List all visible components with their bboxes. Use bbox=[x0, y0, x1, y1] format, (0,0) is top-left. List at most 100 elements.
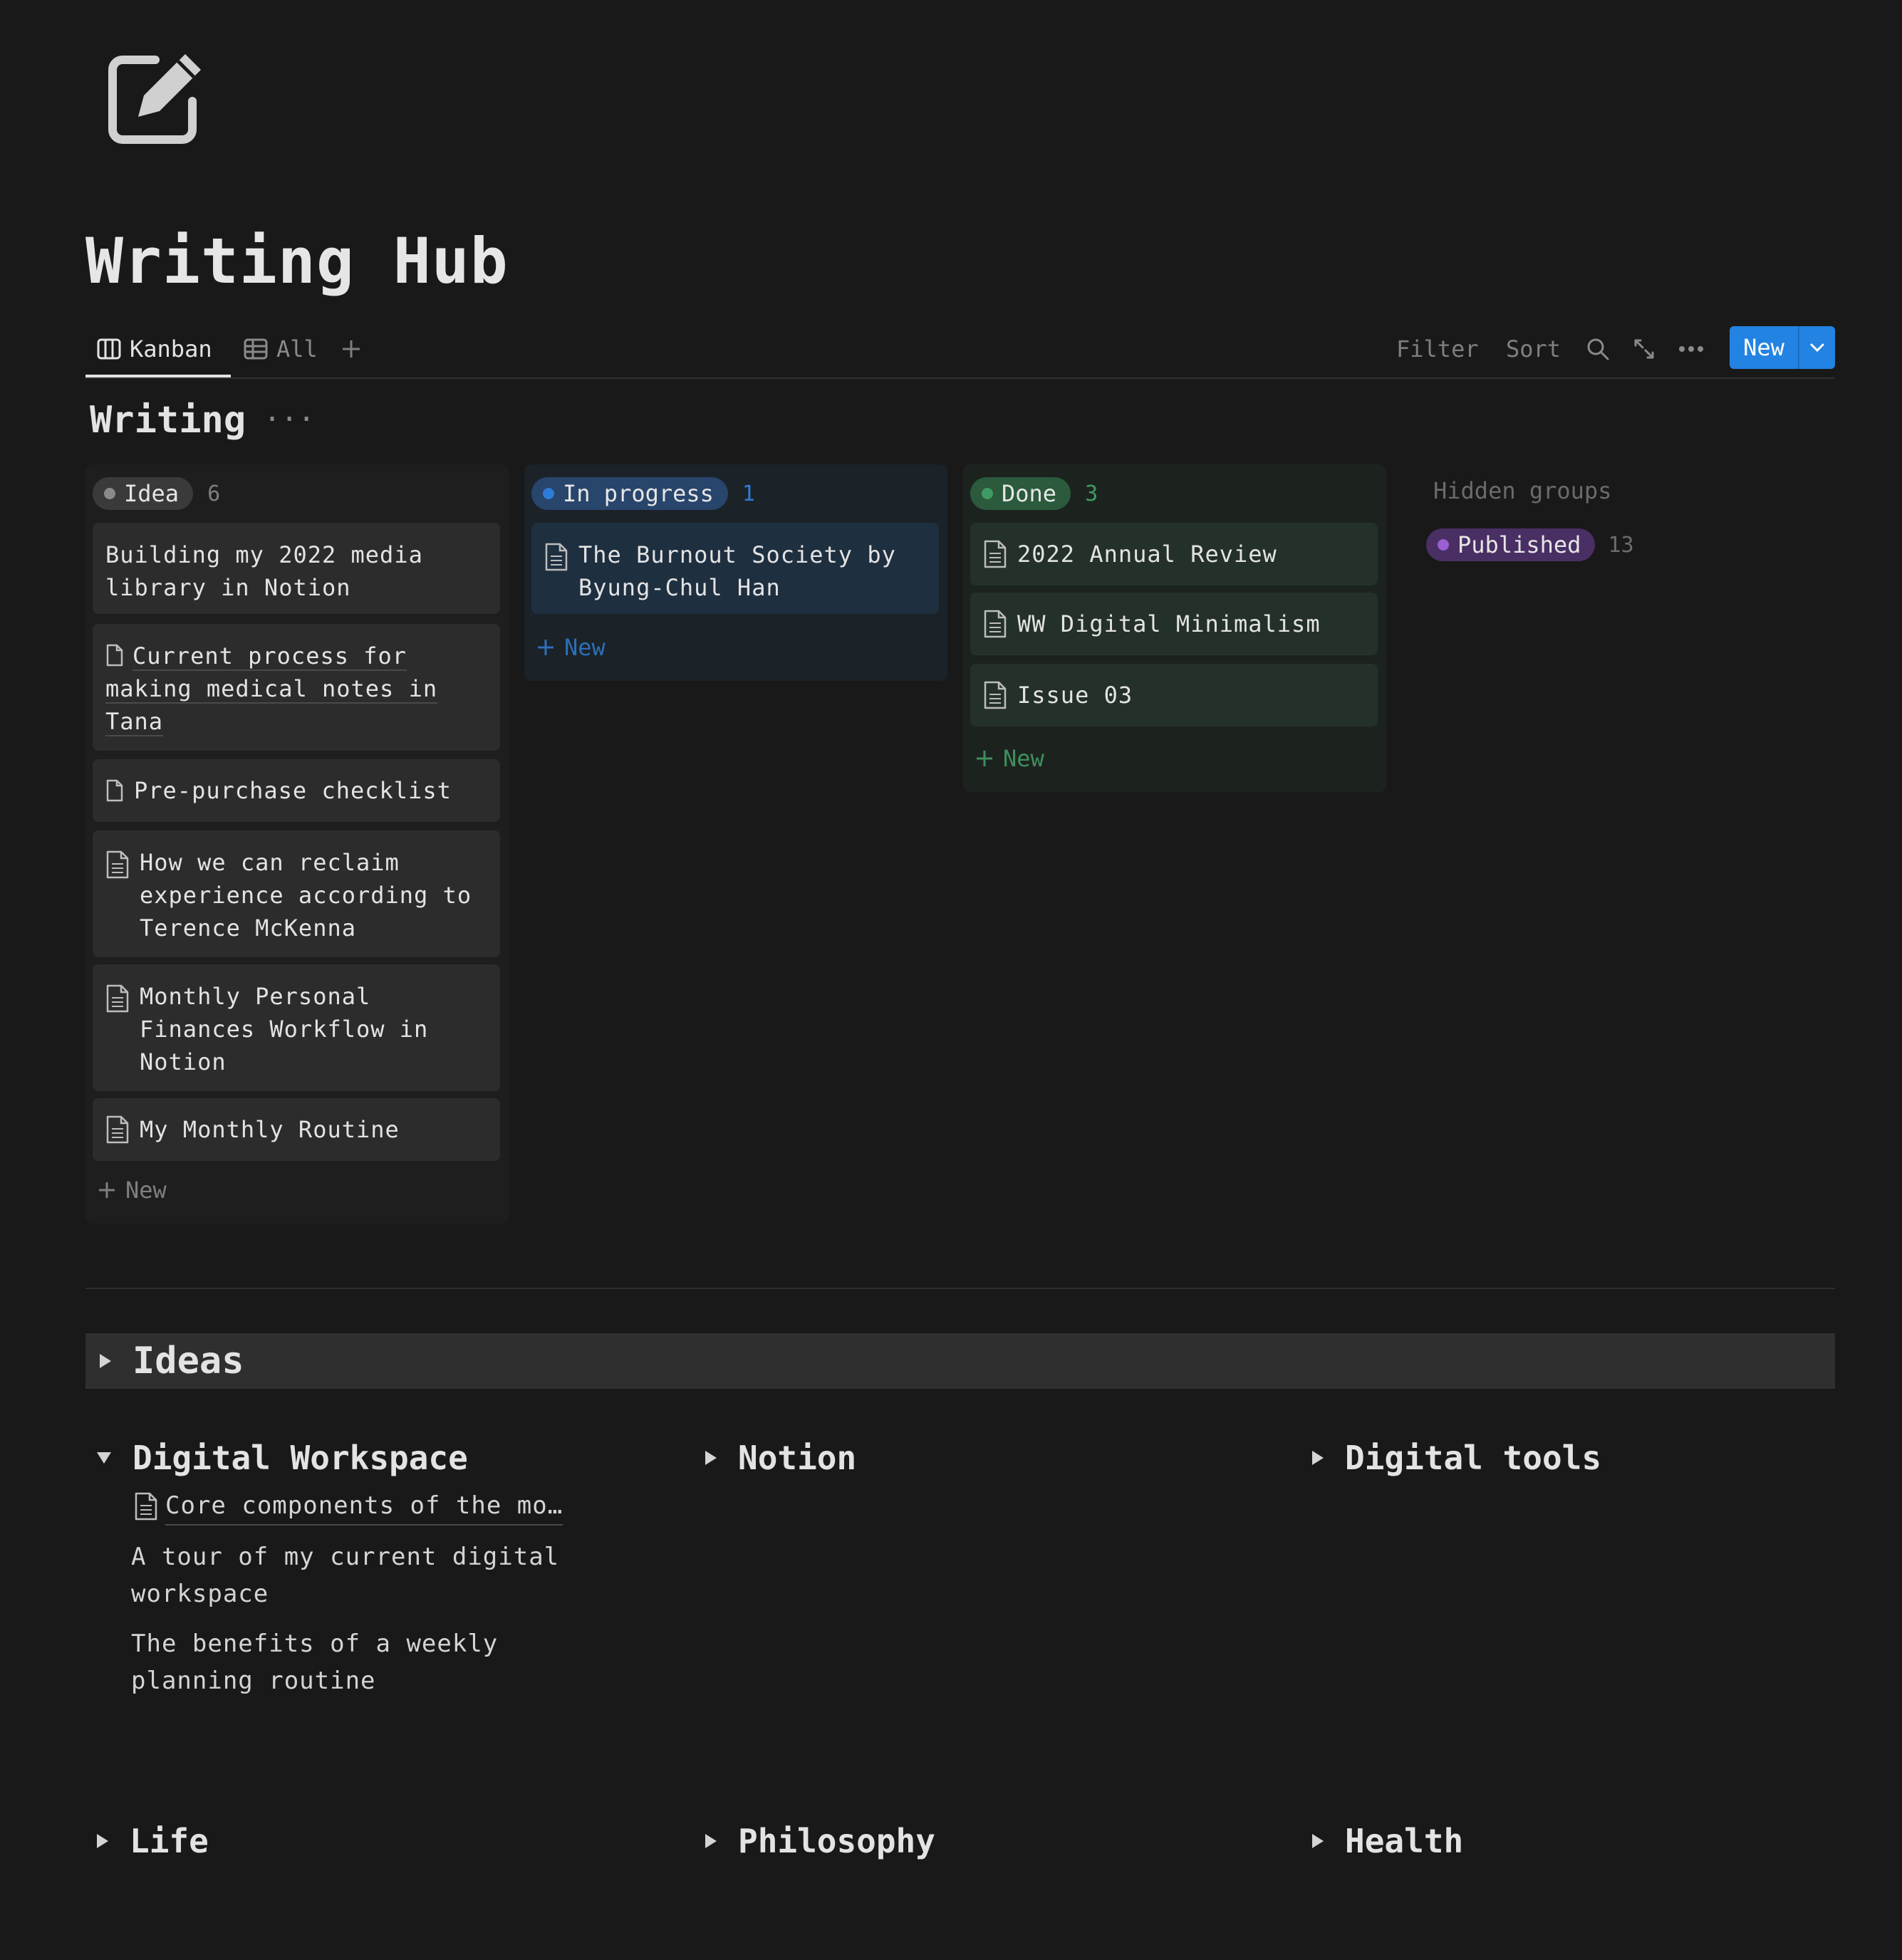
more-icon bbox=[1679, 346, 1703, 352]
new-button-group: New bbox=[1730, 326, 1835, 369]
card-title: How we can reclaim experience according … bbox=[140, 849, 472, 942]
more-options-button[interactable] bbox=[1678, 328, 1704, 370]
page-icon-edit-square[interactable] bbox=[105, 50, 205, 150]
plus-icon bbox=[977, 751, 992, 766]
status-tag-published: Published bbox=[1426, 528, 1596, 561]
document-icon bbox=[135, 1492, 157, 1521]
document-icon bbox=[984, 540, 1007, 568]
expand-icon bbox=[1634, 339, 1654, 359]
add-card-label: New bbox=[564, 634, 606, 661]
column-header[interactable]: Done 3 bbox=[970, 477, 1098, 510]
card-title: Issue 03 bbox=[1017, 682, 1133, 709]
linked-page-title: Core components of the mo… bbox=[165, 1487, 563, 1526]
toggle-triangle-icon bbox=[100, 1354, 111, 1368]
board-icon bbox=[97, 338, 121, 360]
tab-all[interactable]: All bbox=[244, 328, 318, 370]
card-title: Monthly Personal Finances Workflow in No… bbox=[140, 983, 429, 1075]
views-divider bbox=[85, 377, 1835, 379]
status-label: In progress bbox=[563, 480, 714, 507]
idea-text: A tour of my current digital workspace bbox=[131, 1543, 560, 1608]
card-title: WW Digital Minimalism bbox=[1017, 610, 1321, 637]
card-title: 2022 Annual Review bbox=[1017, 541, 1277, 568]
new-button[interactable]: New bbox=[1730, 334, 1798, 361]
group-count: 13 bbox=[1608, 532, 1634, 558]
ideas-toggle-heading[interactable]: Ideas bbox=[85, 1333, 1835, 1389]
toggle-triangle-down-icon bbox=[97, 1452, 111, 1464]
document-icon bbox=[106, 850, 129, 879]
toggle-digital-tools[interactable]: Digital tools bbox=[1312, 1439, 1601, 1477]
column-header[interactable]: In progress 1 bbox=[531, 477, 755, 510]
toggle-triangle-icon bbox=[1312, 1451, 1324, 1465]
toggle-notion[interactable]: Notion bbox=[705, 1439, 856, 1477]
status-tag-in-progress: In progress bbox=[531, 477, 728, 510]
kanban-card[interactable]: The Burnout Society by Byung-Chul Han bbox=[531, 523, 939, 614]
toggle-triangle-icon bbox=[97, 1834, 108, 1848]
card-title: The Burnout Society by Byung-Chul Han bbox=[578, 541, 896, 601]
kanban-column-in-progress: In progress 1 The Burnout Society by Byu… bbox=[524, 464, 947, 681]
toggle-triangle-icon bbox=[1312, 1834, 1324, 1848]
toggle-title: Health bbox=[1345, 1822, 1464, 1860]
hidden-group-published[interactable]: Published 13 bbox=[1426, 528, 1634, 561]
toggle-title: Notion bbox=[738, 1439, 857, 1477]
kanban-card[interactable]: How we can reclaim experience according … bbox=[93, 830, 500, 957]
plus-icon bbox=[343, 340, 360, 358]
toggle-digital-workspace[interactable]: Digital Workspace bbox=[97, 1439, 468, 1477]
idea-text: The benefits of a weekly planning routin… bbox=[131, 1630, 499, 1695]
card-title: Current process for making medical notes… bbox=[105, 642, 438, 736]
add-card-button[interactable]: New bbox=[97, 1177, 167, 1204]
status-dot bbox=[1438, 539, 1449, 551]
kanban-card[interactable]: Pre-purchase checklist bbox=[93, 759, 500, 822]
kanban-column-done: Done 3 2022 Annual Review WW Digital Min… bbox=[963, 464, 1386, 792]
toggle-life[interactable]: Life bbox=[97, 1822, 209, 1860]
new-dropdown-button[interactable] bbox=[1799, 343, 1835, 353]
expand-button[interactable] bbox=[1633, 328, 1656, 370]
document-icon bbox=[545, 543, 568, 571]
card-title: My Monthly Routine bbox=[140, 1116, 400, 1143]
toggle-title: Life bbox=[130, 1822, 209, 1860]
add-card-button[interactable]: New bbox=[975, 745, 1044, 772]
kanban-card[interactable]: 2022 Annual Review bbox=[970, 523, 1378, 585]
kanban-card[interactable]: Current process for making medical notes… bbox=[93, 624, 500, 751]
status-label: Published bbox=[1457, 531, 1581, 558]
status-tag-idea: Idea bbox=[93, 477, 194, 510]
toggle-triangle-icon bbox=[705, 1451, 717, 1465]
toggle-title: Philosophy bbox=[738, 1822, 935, 1860]
plus-icon bbox=[538, 640, 554, 655]
page-icon bbox=[106, 644, 123, 667]
chevron-down-icon bbox=[1810, 343, 1824, 353]
card-title: Building my 2022 media library in Notion bbox=[105, 541, 423, 601]
tab-kanban[interactable]: Kanban bbox=[97, 328, 212, 370]
column-count: 1 bbox=[742, 481, 755, 506]
column-count: 3 bbox=[1085, 481, 1098, 506]
kanban-card[interactable]: My Monthly Routine bbox=[93, 1098, 500, 1161]
column-header[interactable]: Idea 6 bbox=[93, 477, 220, 510]
status-dot bbox=[982, 488, 993, 499]
sort-button[interactable]: Sort bbox=[1506, 328, 1561, 370]
search-button[interactable] bbox=[1586, 328, 1610, 370]
board-more-button[interactable]: ··· bbox=[264, 403, 315, 436]
kanban-card[interactable]: Monthly Personal Finances Workflow in No… bbox=[93, 964, 500, 1091]
search-icon bbox=[1587, 338, 1609, 360]
status-tag-done: Done bbox=[970, 477, 1071, 510]
toggle-triangle-icon bbox=[705, 1834, 717, 1848]
toggle-health[interactable]: Health bbox=[1312, 1822, 1463, 1860]
add-card-label: New bbox=[125, 1177, 167, 1204]
card-title: Pre-purchase checklist bbox=[134, 777, 452, 804]
ideas-heading: Ideas bbox=[132, 1340, 244, 1382]
plus-icon bbox=[99, 1182, 115, 1198]
toggle-philosophy[interactable]: Philosophy bbox=[705, 1822, 935, 1860]
column-count: 6 bbox=[207, 481, 221, 506]
kanban-card[interactable]: Issue 03 bbox=[970, 664, 1378, 726]
linked-page[interactable]: Core components of the mo… bbox=[134, 1487, 563, 1526]
kanban-card[interactable]: Building my 2022 media library in Notion bbox=[93, 523, 500, 614]
edit-square-icon bbox=[108, 54, 201, 144]
filter-button[interactable]: Filter bbox=[1396, 328, 1479, 370]
document-icon bbox=[106, 1115, 129, 1144]
add-view-button[interactable] bbox=[341, 328, 362, 370]
status-label: Idea bbox=[124, 480, 180, 507]
kanban-card[interactable]: WW Digital Minimalism bbox=[970, 593, 1378, 655]
document-icon bbox=[984, 681, 1007, 709]
add-card-button[interactable]: New bbox=[536, 634, 606, 661]
board-title[interactable]: Writing bbox=[90, 399, 246, 442]
page-icon bbox=[106, 779, 123, 802]
